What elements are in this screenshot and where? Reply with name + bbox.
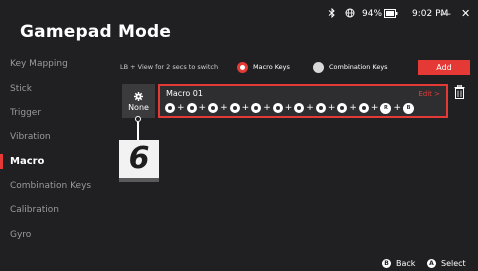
stick-key-icon — [165, 103, 175, 113]
r-button-icon: R — [380, 102, 392, 114]
macro-entry[interactable]: Macro 01 Edit > + + + + + + + + + + R + … — [158, 84, 448, 118]
macro-sequence: + + + + + + + + + + R + B — [165, 102, 415, 114]
back-label: Back — [396, 259, 416, 268]
back-button[interactable]: B Back — [382, 259, 415, 268]
gear-icon — [134, 92, 143, 101]
stick-key-icon — [294, 103, 305, 113]
sidebar-item-stick[interactable]: Stick — [0, 77, 108, 102]
plus-sign: + — [306, 103, 314, 113]
title-bar: Gamepad Mode 94% 9:02 PM — ✕ — [0, 0, 478, 52]
step-number: 6 — [128, 141, 150, 176]
add-button[interactable]: Add — [418, 60, 470, 75]
stick-key-icon — [186, 103, 197, 113]
b-button-icon: B — [403, 102, 415, 114]
edit-macro-link[interactable]: Edit > — [418, 90, 440, 98]
plus-sign: + — [263, 103, 271, 113]
combination-keys-label: Combination Keys — [329, 63, 388, 71]
plus-sign: + — [393, 103, 402, 113]
plus-sign: + — [220, 103, 228, 113]
radio-unselected-icon — [313, 61, 324, 73]
stick-key-icon — [251, 103, 262, 113]
battery-percent: 94% — [362, 9, 383, 19]
plus-sign: + — [327, 103, 336, 113]
stick-key-icon — [208, 103, 219, 113]
plus-sign: + — [370, 103, 379, 113]
select-button[interactable]: A Select — [427, 259, 466, 268]
sidebar-item-gyro[interactable]: Gyro — [0, 223, 108, 248]
globe-icon — [345, 8, 355, 21]
plus-sign: + — [177, 103, 185, 113]
sidebar: Key Mapping Stick Trigger Vibration Macr… — [0, 52, 108, 271]
binding-key-selector[interactable]: None — [122, 84, 155, 118]
plus-sign: + — [349, 103, 357, 113]
stick-key-icon — [272, 103, 283, 113]
stick-key-icon — [315, 103, 326, 113]
switch-hint: LB + View for 2 secs to switch — [120, 63, 219, 71]
stick-key-icon — [358, 103, 369, 113]
stick-key-icon — [337, 103, 348, 113]
stick-key-icon — [229, 103, 240, 113]
plus-sign: + — [284, 103, 293, 113]
macro-name: Macro 01 — [166, 89, 203, 98]
bluetooth-icon — [328, 7, 336, 21]
callout-pointer-line — [137, 122, 139, 140]
page-title: Gamepad Mode — [20, 22, 172, 42]
sidebar-item-key-mapping[interactable]: Key Mapping — [0, 52, 108, 77]
step-callout: 6 — [119, 140, 159, 182]
a-button-icon: A — [427, 259, 436, 268]
sidebar-item-calibration[interactable]: Calibration — [0, 198, 108, 223]
battery-icon — [384, 9, 398, 21]
radio-selected-icon — [237, 61, 248, 73]
plus-sign: + — [198, 103, 207, 113]
sidebar-item-trigger[interactable]: Trigger — [0, 101, 108, 126]
b-button-icon: B — [382, 259, 391, 268]
sidebar-item-macro[interactable]: Macro — [0, 149, 108, 174]
sidebar-item-vibration[interactable]: Vibration — [0, 125, 108, 150]
binding-key-label: None — [128, 103, 149, 112]
macro-keys-radio[interactable]: Macro Keys — [237, 61, 290, 73]
close-button[interactable]: ✕ — [461, 7, 470, 20]
combination-keys-radio[interactable]: Combination Keys — [313, 61, 388, 73]
plus-sign: + — [241, 103, 250, 113]
minimize-button[interactable]: — — [440, 7, 451, 20]
macro-keys-label: Macro Keys — [253, 63, 290, 71]
sidebar-item-combination-keys[interactable]: Combination Keys — [0, 174, 108, 199]
select-label: Select — [441, 259, 466, 268]
trash-icon[interactable] — [454, 85, 465, 99]
